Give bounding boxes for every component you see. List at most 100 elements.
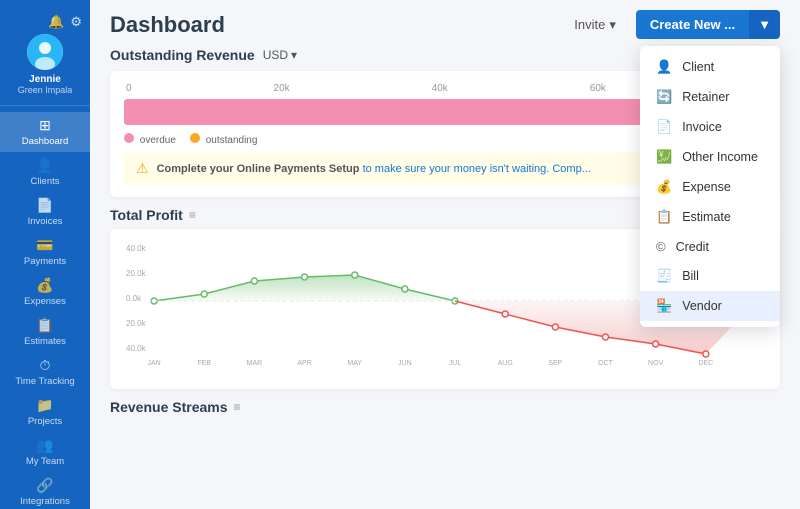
sidebar-item-label: Projects: [28, 416, 62, 427]
axis-label-1: 20k: [274, 83, 290, 94]
svg-text:20.0k: 20.0k: [126, 319, 147, 328]
sidebar-item-invoices[interactable]: 📄 Invoices: [0, 192, 90, 232]
sidebar-item-integrations[interactable]: 🔗 Integrations: [0, 472, 90, 509]
sidebar-item-label: Expenses: [24, 296, 66, 307]
svg-text:40.0k: 40.0k: [126, 244, 147, 253]
svg-text:20.0k: 20.0k: [126, 269, 147, 278]
svg-text:SEP: SEP: [548, 360, 562, 367]
sidebar-item-expenses[interactable]: 💰 Expenses: [0, 272, 90, 312]
sidebar-item-label: Dashboard: [22, 136, 68, 147]
sidebar-item-projects[interactable]: 📁 Projects: [0, 392, 90, 432]
notice-link[interactable]: to make sure your money isn't waiting. C…: [363, 163, 591, 175]
svg-text:DEC: DEC: [698, 360, 713, 367]
sidebar-top-icons: 🔔 ⚙: [8, 14, 82, 30]
chart-dot: [703, 351, 709, 357]
client-icon: 👤: [656, 59, 672, 75]
total-profit-title: Total Profit: [110, 207, 183, 223]
sidebar-item-label: Invoices: [28, 216, 63, 227]
dropdown-item-label: Client: [682, 60, 714, 74]
revenue-streams-section: Revenue Streams ≡: [110, 399, 780, 415]
currency-label: USD: [263, 48, 288, 62]
expenses-icon: 💰: [36, 277, 53, 294]
chart-dot: [653, 341, 659, 347]
chart-dot: [201, 291, 207, 297]
chart-dot: [302, 274, 308, 280]
dropdown-item-label: Invoice: [682, 120, 722, 134]
invite-button[interactable]: Invite ▾: [564, 11, 626, 39]
svg-text:FEB: FEB: [197, 360, 211, 367]
projects-icon: 📁: [36, 397, 53, 414]
sidebar-item-my-team[interactable]: 👥 My Team: [0, 432, 90, 472]
gear-icon[interactable]: ⚙: [70, 14, 82, 30]
svg-text:APR: APR: [297, 360, 311, 367]
sidebar-item-clients[interactable]: 👤 Clients: [0, 152, 90, 192]
dropdown-item-label: Credit: [676, 240, 709, 254]
create-new-button[interactable]: Create New ...: [636, 10, 749, 39]
sidebar-item-label: Payments: [24, 256, 66, 267]
svg-text:OCT: OCT: [598, 360, 614, 367]
axis-label-2: 40k: [432, 83, 448, 94]
chart-dot: [552, 324, 558, 330]
dropdown-item-label: Expense: [682, 180, 731, 194]
sidebar-header: 🔔 ⚙ Jennie Green Impala: [0, 8, 90, 106]
currency-selector[interactable]: USD ▾: [263, 48, 297, 62]
svg-text:AUG: AUG: [498, 360, 513, 367]
sidebar-company: Green Impala: [18, 85, 73, 95]
retainer-icon: 🔄: [656, 89, 672, 105]
dropdown-item-label: Estimate: [682, 210, 731, 224]
notice-text: Complete your Online Payments Setup to m…: [157, 163, 591, 175]
dropdown-item-other-income[interactable]: 💹 Other Income: [640, 142, 780, 172]
axis-label-3: 60k: [590, 83, 606, 94]
my-team-icon: 👥: [36, 437, 53, 454]
outstanding-revenue-title: Outstanding Revenue: [110, 47, 255, 63]
sidebar-item-estimates[interactable]: 📋 Estimates: [0, 312, 90, 352]
sidebar-item-payments[interactable]: 💳 Payments: [0, 232, 90, 272]
dropdown-item-vendor[interactable]: 🏪 Vendor: [640, 291, 780, 321]
credit-icon: ©: [656, 239, 666, 254]
dropdown-item-label: Other Income: [682, 150, 758, 164]
create-new-chevron-button[interactable]: ▼: [749, 10, 780, 39]
page-title: Dashboard: [110, 12, 225, 38]
create-new-dropdown: 👤 Client 🔄 Retainer 📄 Invoice 💹 Other In…: [640, 46, 780, 327]
vendor-icon: 🏪: [656, 298, 672, 314]
invoices-icon: 📄: [36, 197, 53, 214]
dropdown-item-client[interactable]: 👤 Client: [640, 52, 780, 82]
sidebar-item-dashboard[interactable]: ⊞ Dashboard: [0, 112, 90, 152]
legend-outstanding: outstanding: [190, 133, 258, 146]
dropdown-item-bill[interactable]: 🧾 Bill: [640, 261, 780, 291]
integrations-icon: 🔗: [36, 477, 53, 494]
revenue-streams-header: Revenue Streams ≡: [110, 399, 780, 415]
sidebar-item-label: Clients: [30, 176, 59, 187]
chart-dot: [402, 286, 408, 292]
notice-icon: ⚠: [136, 160, 149, 177]
invite-chevron-icon: ▾: [609, 17, 616, 33]
estimate-icon: 📋: [656, 209, 672, 225]
outstanding-dot: [190, 133, 200, 143]
sidebar: 🔔 ⚙ Jennie Green Impala ⊞ Dashboard 👤 Cl…: [0, 0, 90, 509]
chart-dot: [602, 334, 608, 340]
dashboard-icon: ⊞: [39, 117, 51, 134]
dropdown-item-label: Retainer: [682, 90, 729, 104]
filter-icon[interactable]: ≡: [189, 208, 196, 222]
dropdown-item-credit[interactable]: © Credit: [640, 232, 780, 261]
axis-label-0: 0: [126, 83, 132, 94]
svg-text:JUN: JUN: [398, 360, 412, 367]
sidebar-item-time-tracking[interactable]: ⏱ Time Tracking: [0, 352, 90, 392]
topbar-right: Invite ▾ Create New ... ▼ 👤 Client 🔄 Ret…: [564, 10, 780, 39]
sidebar-item-label: Estimates: [24, 336, 66, 347]
revenue-filter-icon[interactable]: ≡: [234, 400, 241, 414]
avatar[interactable]: [27, 34, 63, 70]
overdue-dot: [124, 133, 134, 143]
legend-overdue: overdue: [124, 133, 176, 146]
sidebar-item-label: Integrations: [20, 496, 70, 507]
estimates-icon: 📋: [36, 317, 53, 334]
dropdown-item-expense[interactable]: 💰 Expense: [640, 172, 780, 202]
svg-text:MAR: MAR: [247, 360, 263, 367]
bell-icon[interactable]: 🔔: [48, 14, 64, 30]
svg-text:40.0k: 40.0k: [126, 344, 147, 353]
revenue-streams-title: Revenue Streams: [110, 399, 228, 415]
dropdown-item-estimate[interactable]: 📋 Estimate: [640, 202, 780, 232]
dropdown-item-retainer[interactable]: 🔄 Retainer: [640, 82, 780, 112]
chart-dot: [352, 272, 358, 278]
dropdown-item-invoice[interactable]: 📄 Invoice: [640, 112, 780, 142]
